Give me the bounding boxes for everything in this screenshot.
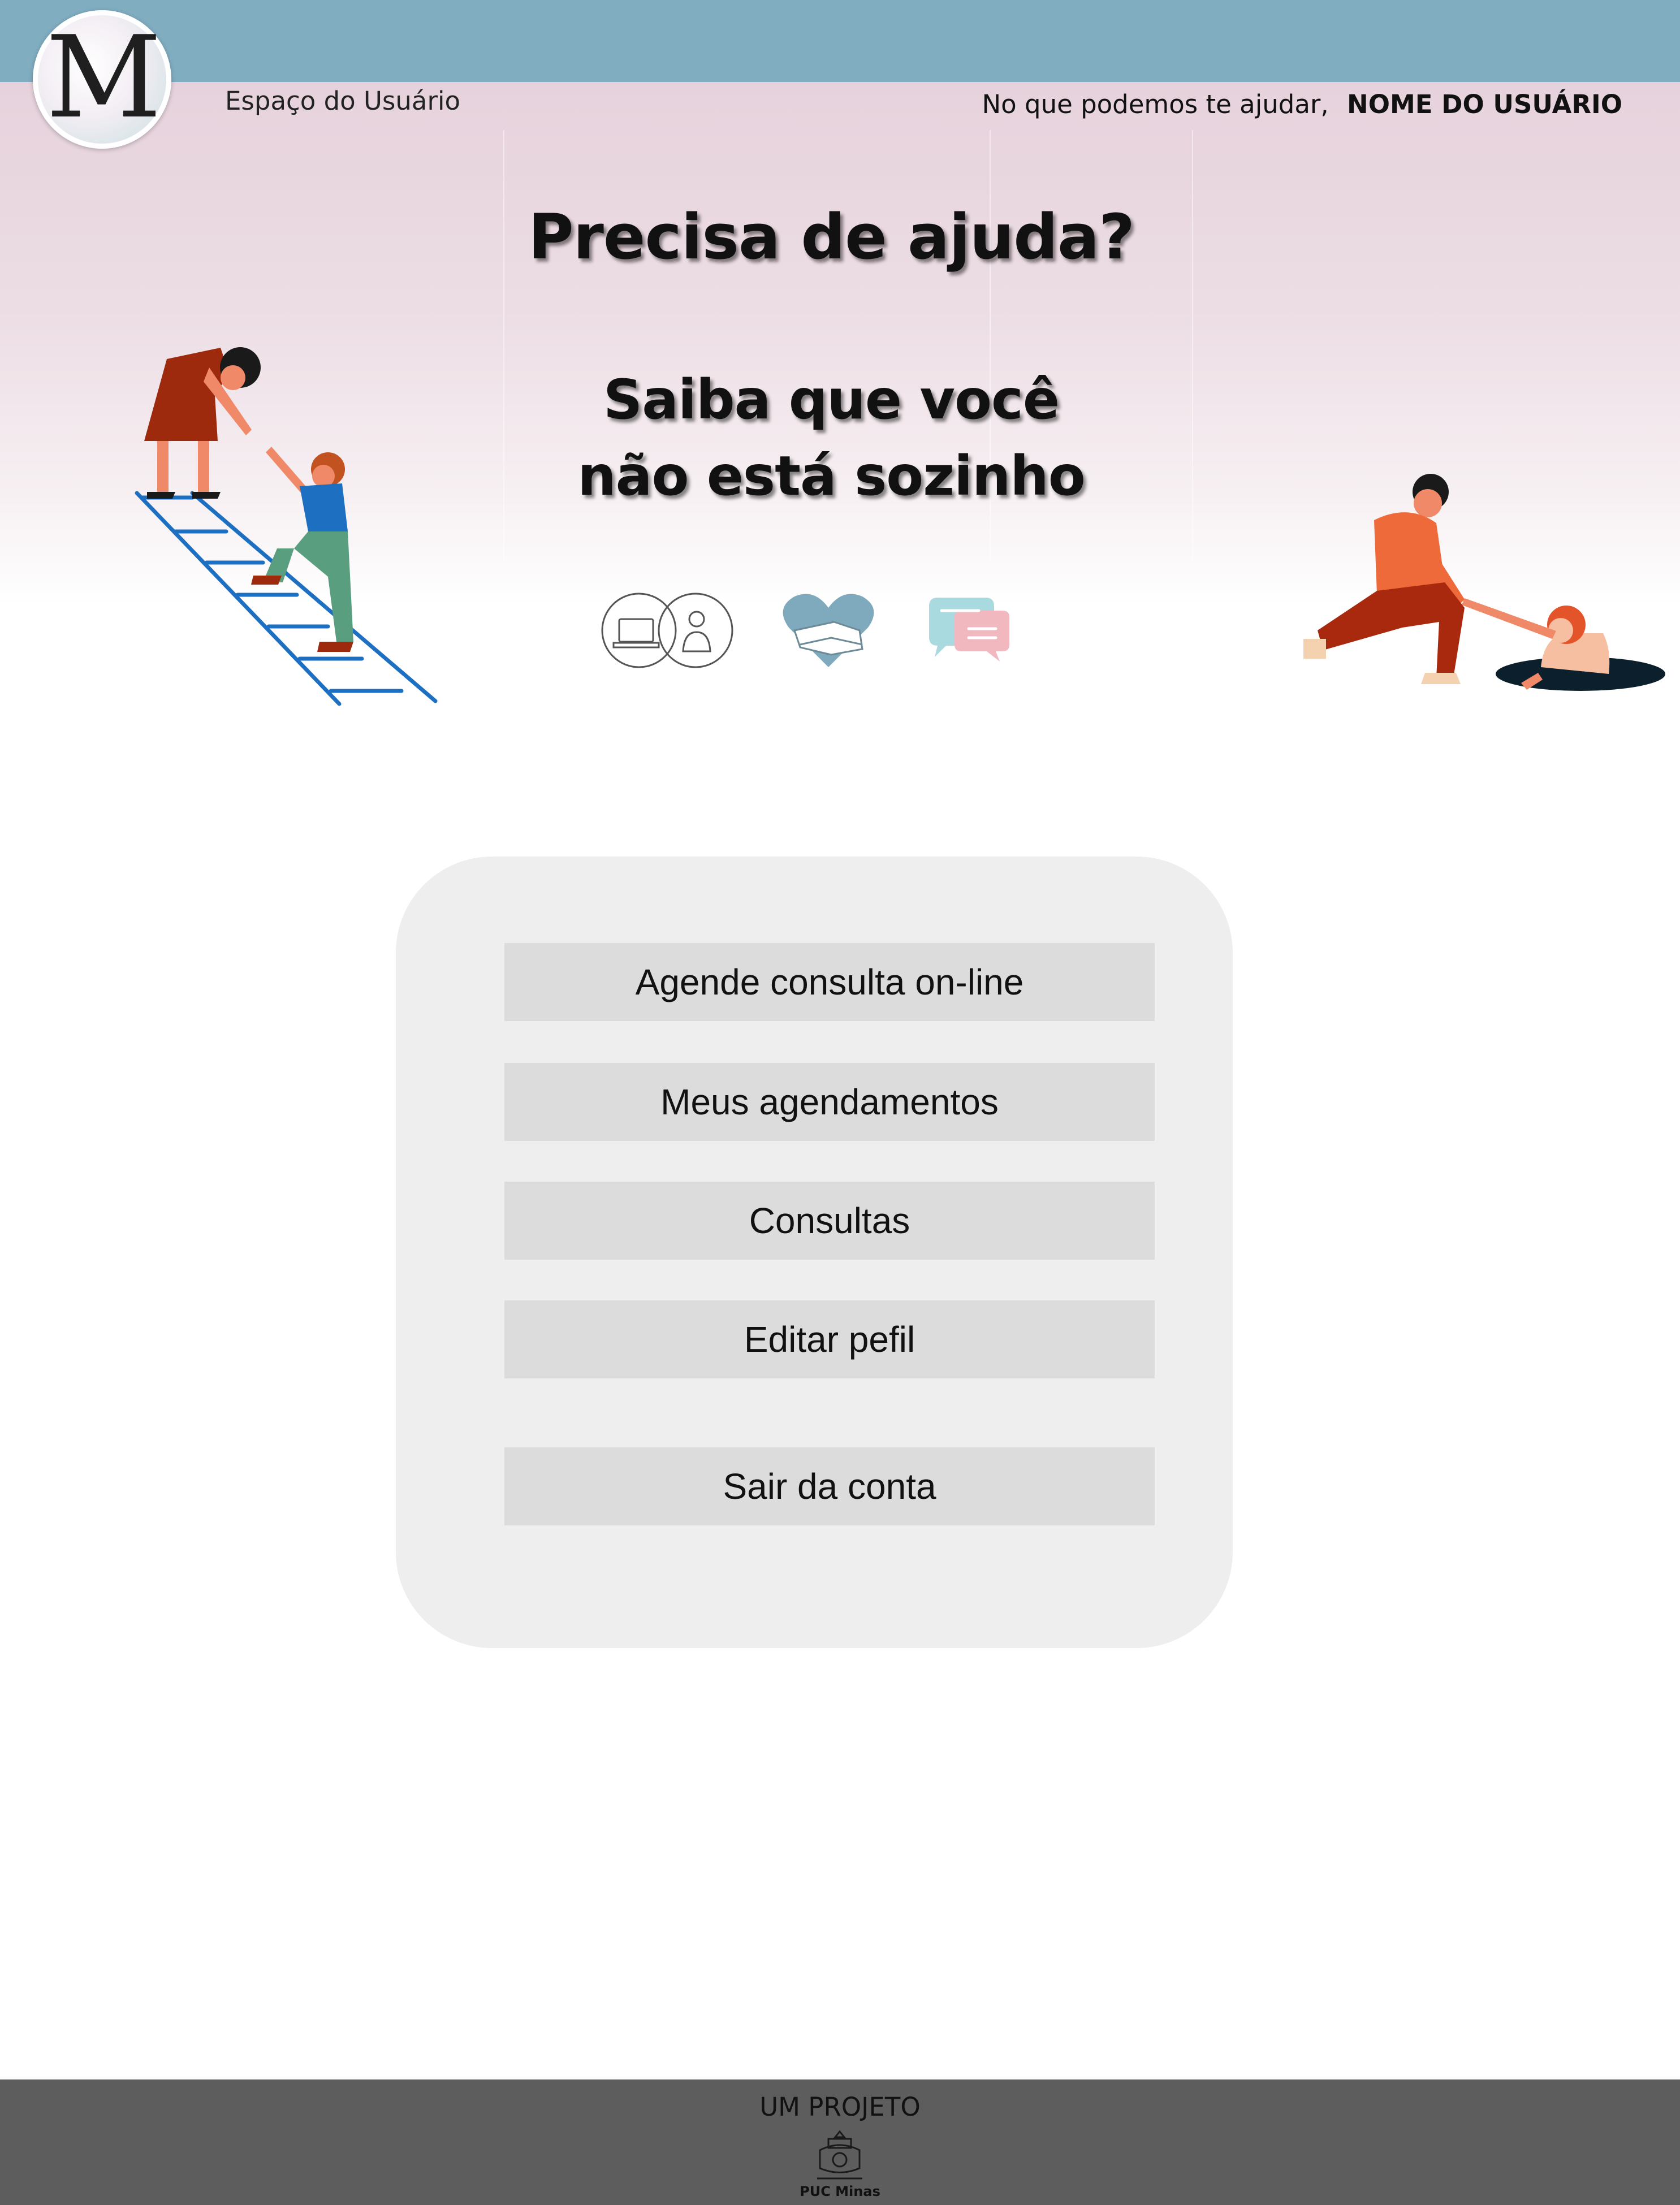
brand-logo[interactable]: M bbox=[33, 10, 171, 149]
greeting: No que podemos te ajudar, NOME DO USUÁRI… bbox=[982, 89, 1623, 119]
heart-hands-icon bbox=[783, 594, 874, 667]
subtitle-line: Saiba que você bbox=[603, 368, 1060, 431]
puc-minas-crest-icon bbox=[817, 2130, 862, 2180]
hero-divider bbox=[503, 130, 504, 560]
rescue-illustration bbox=[1303, 474, 1665, 691]
edit-profile-button[interactable]: Editar pefil bbox=[504, 1300, 1155, 1378]
greeting-text: No que podemos te ajudar, bbox=[982, 89, 1329, 119]
subtitle-line: não está sozinho bbox=[577, 444, 1085, 508]
hero-divider bbox=[1192, 130, 1193, 560]
schedule-online-button[interactable]: Agende consulta on-line bbox=[504, 943, 1155, 1021]
user-name: NOME DO USUÁRIO bbox=[1347, 89, 1622, 119]
user-space-label: Espaço do Usuário bbox=[225, 86, 461, 116]
ladder-help-illustration bbox=[135, 347, 438, 706]
page-title: Precisa de ajuda? bbox=[528, 201, 1135, 273]
online-consultation-icon bbox=[601, 593, 733, 668]
chat-bubbles-icon bbox=[929, 598, 1009, 662]
consultations-button[interactable]: Consultas bbox=[504, 1182, 1155, 1260]
logout-button[interactable]: Sair da conta bbox=[504, 1447, 1155, 1525]
logo-letter: M bbox=[46, 11, 162, 144]
top-bar bbox=[0, 0, 1680, 82]
page-subtitle: Saiba que você não está sozinho bbox=[509, 362, 1154, 514]
my-appointments-button[interactable]: Meus agendamentos bbox=[504, 1063, 1155, 1141]
footer-project-label: UM PROJETO bbox=[759, 2092, 921, 2122]
institution-name: PUC Minas bbox=[800, 2184, 880, 2199]
